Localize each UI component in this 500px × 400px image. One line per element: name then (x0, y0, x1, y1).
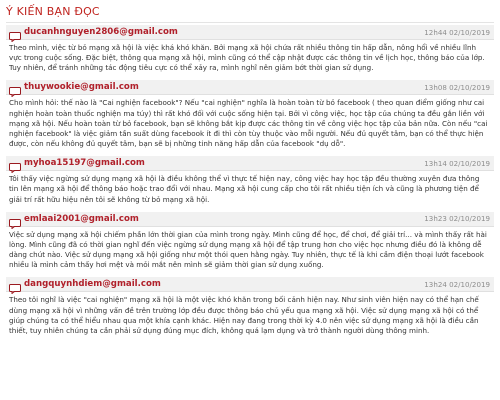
comment-item: thuywookie@gmail.com 13h08 02/10/2019 Ch… (6, 80, 494, 155)
comment-text: Việc sử dụng mạng xã hội chiếm phần lớn … (9, 229, 487, 270)
comment-timestamp: 13h23 02/10/2019 (424, 214, 490, 224)
comment-bubble-icon (9, 158, 21, 174)
comment-author-email[interactable]: myhoa15197@gmail.com (24, 158, 424, 168)
comment-bubble-icon (9, 214, 21, 230)
comment-item: myhoa15197@gmail.com 13h14 02/10/2019 Tô… (6, 156, 494, 210)
comment-text: Theo mình, việc từ bỏ mạng xã hội là việ… (9, 43, 485, 73)
comment-header: thuywookie@gmail.com 13h08 02/10/2019 (6, 80, 494, 99)
comment-header: dangquynhdiem@gmail.com 13h24 02/10/2019 (6, 277, 494, 295)
comment-item: dangquynhdiem@gmail.com 13h24 02/10/2019… (6, 277, 494, 342)
comment-text: Cho mình hỏi: thế nào là "Cai nghiện fac… (9, 98, 488, 149)
comments-section: Ý KIẾN BẠN ĐỌC ducanhnguyen2806@gmail.co… (0, 0, 500, 342)
comment-bubble-icon (9, 279, 21, 295)
comment-text: Theo tôi nghĩ là việc "cai nghiện" mạng … (9, 295, 479, 335)
comment-item: emlaai2001@gmail.com 13h23 02/10/2019 Vi… (6, 211, 494, 277)
comment-author-email[interactable]: thuywookie@gmail.com (24, 82, 424, 92)
comment-header: myhoa15197@gmail.com 13h14 02/10/2019 (6, 156, 494, 174)
comment-bubble-icon (9, 27, 21, 43)
comment-timestamp: 13h24 02/10/2019 (424, 279, 490, 289)
comment-timestamp: 13h14 02/10/2019 (424, 158, 490, 168)
comment-author-email[interactable]: ducanhnguyen2806@gmail.com (24, 27, 424, 37)
comment-timestamp: 12h44 02/10/2019 (424, 27, 490, 37)
comment-item: ducanhnguyen2806@gmail.com 12h44 02/10/2… (6, 25, 494, 79)
comment-bubble-icon (9, 82, 21, 99)
section-title: Ý KIẾN BẠN ĐỌC (6, 0, 494, 23)
comment-header: ducanhnguyen2806@gmail.com 12h44 02/10/2… (6, 25, 494, 43)
comment-author-email[interactable]: dangquynhdiem@gmail.com (24, 279, 424, 289)
comment-timestamp: 13h08 02/10/2019 (424, 82, 490, 92)
comment-author-email[interactable]: emlaai2001@gmail.com (24, 214, 424, 224)
comment-text: Tôi thấy việc ngừng sử dụng mạng xã hội … (9, 174, 480, 204)
comment-header: emlaai2001@gmail.com 13h23 02/10/2019 (6, 211, 494, 230)
